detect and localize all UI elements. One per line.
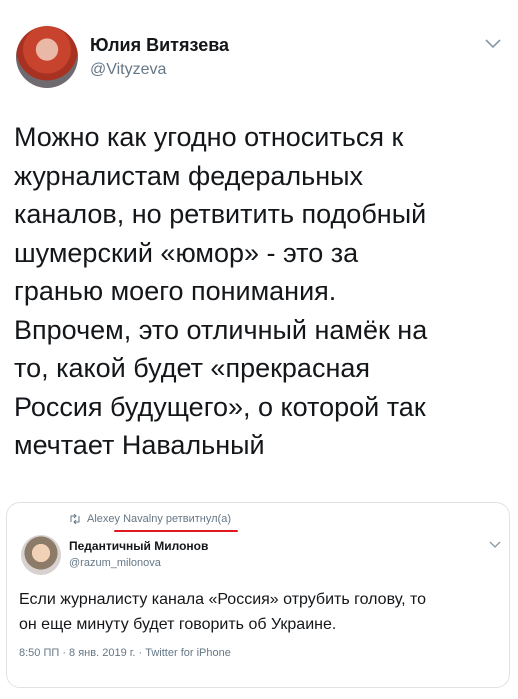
retweet-context: Alexey Navalny ретвитнул(а) — [69, 513, 231, 525]
tweet-text-line: Впрочем, это отличный намёк на — [14, 314, 428, 345]
red-underline-mark — [114, 530, 238, 532]
tweet-text-line: каналов, но ретвитить подобный — [14, 199, 427, 229]
retweet-icon — [70, 514, 80, 525]
tweet-text-line: Россия будущего», о которой так — [14, 391, 426, 422]
quoted-text-line: Если журналисту канала «Россия» отрубить… — [19, 591, 427, 608]
tweet-author-handle[interactable]: @Vityzeva — [90, 61, 166, 79]
quoted-tweet-meta[interactable]: 8:50 ПП · 8 янв. 2019 г. · Twitter for i… — [19, 647, 231, 659]
quoted-tweet-text: Если журналисту канала «Россия» отрубить… — [19, 587, 503, 637]
tweet-text-line: гранью моего понимания. — [14, 276, 337, 306]
tweet-author-avatar[interactable] — [16, 26, 78, 88]
chevron-down-icon[interactable] — [484, 38, 502, 50]
quoted-text-line: он еще минуту будет говорить об Украине. — [19, 616, 337, 633]
quoted-author-handle[interactable]: @razum_milonova — [69, 557, 161, 569]
tweet-author-name[interactable]: Юлия Витязева — [90, 35, 229, 56]
quoted-author-name[interactable]: Педантичный Милонов — [69, 539, 208, 553]
quoted-author-avatar[interactable] — [21, 535, 61, 575]
tweet-text-line: журналистам федеральных — [14, 160, 364, 191]
tweet-text-line: шумерский «юмор» - это за — [14, 237, 359, 268]
tweet-text: Можно как угодно относиться к журналиста… — [14, 118, 514, 465]
quoted-tweet-card[interactable]: Alexey Navalny ретвитнул(а) Педантичный … — [6, 502, 510, 688]
tweet-text-line: то, какой будет «прекрасная — [14, 353, 370, 383]
chevron-down-icon[interactable] — [489, 541, 501, 549]
tweet-text-line: Можно как угодно относиться к — [14, 122, 404, 152]
tweet-text-line: мечтает Навальный — [14, 430, 265, 460]
retweet-label: Alexey Navalny ретвитнул(а) — [87, 513, 231, 525]
